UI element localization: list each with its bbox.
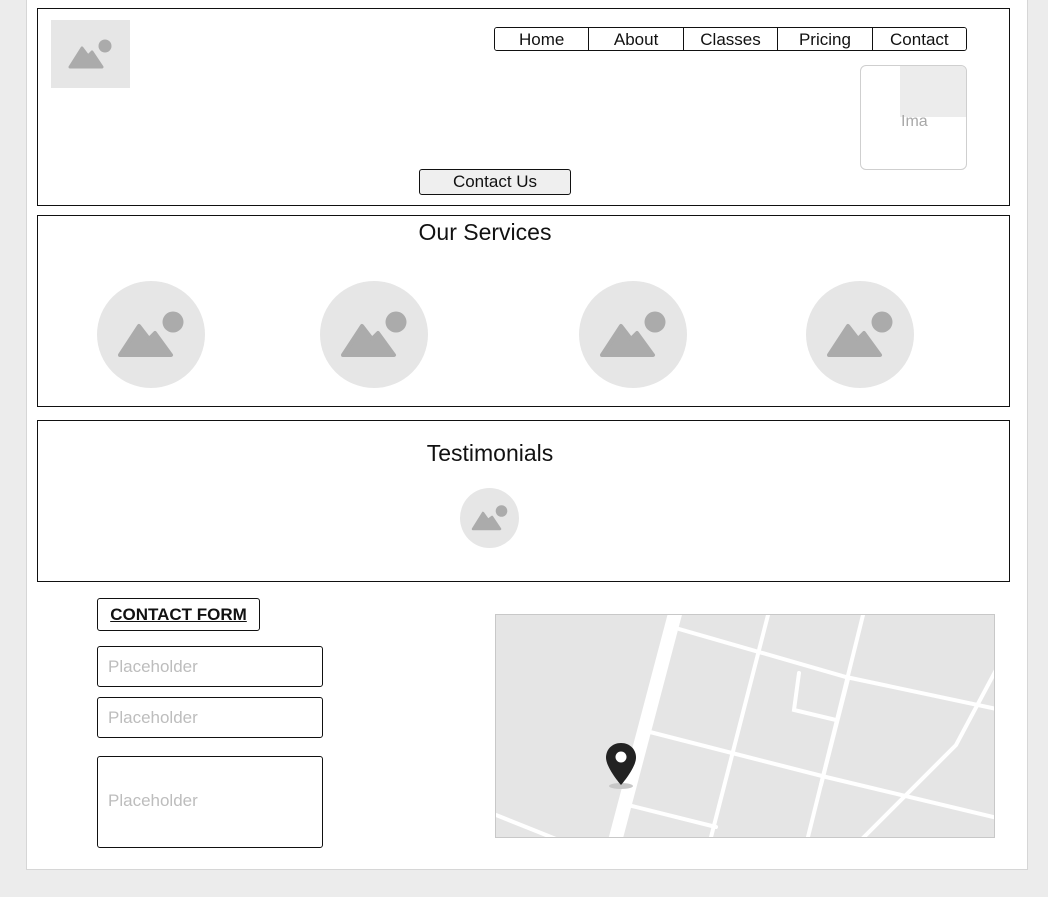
nav-pricing[interactable]: Pricing — [778, 28, 873, 50]
contact-field-2[interactable] — [97, 697, 323, 738]
nav-about[interactable]: About — [589, 28, 684, 50]
nav-home[interactable]: Home — [495, 28, 590, 50]
contact-message-field[interactable] — [97, 756, 323, 848]
image-placeholder-icon — [471, 505, 508, 531]
service-image-2 — [320, 281, 428, 388]
service-image-3 — [579, 281, 687, 388]
image-placeholder-icon — [118, 311, 184, 357]
map-graphic — [496, 615, 994, 837]
service-image-4 — [806, 281, 914, 388]
nav-classes[interactable]: Classes — [683, 28, 779, 50]
image-placeholder-icon — [600, 311, 666, 357]
image-placeholder-icon — [68, 39, 112, 69]
services-title: Our Services — [418, 219, 552, 245]
location-map[interactable] — [495, 614, 995, 838]
testimonial-avatar — [460, 488, 519, 548]
main-nav: Home About Classes Pricing Contact — [494, 27, 967, 51]
contact-us-button[interactable]: Contact Us — [419, 169, 571, 195]
contact-field-1[interactable] — [97, 646, 323, 687]
contact-form-title: CONTACT FORM — [97, 598, 260, 631]
image-placeholder-icon — [341, 311, 407, 357]
service-image-1 — [97, 281, 205, 388]
header-image: Ima — [860, 65, 967, 170]
map-pin-icon — [606, 743, 636, 789]
testimonials-title: Testimonials — [426, 440, 554, 466]
image-alt-text: Ima — [901, 113, 928, 130]
image-placeholder-icon — [827, 311, 893, 357]
logo-image — [51, 20, 130, 88]
nav-contact[interactable]: Contact — [872, 28, 966, 50]
broken-image-fill — [900, 66, 966, 117]
